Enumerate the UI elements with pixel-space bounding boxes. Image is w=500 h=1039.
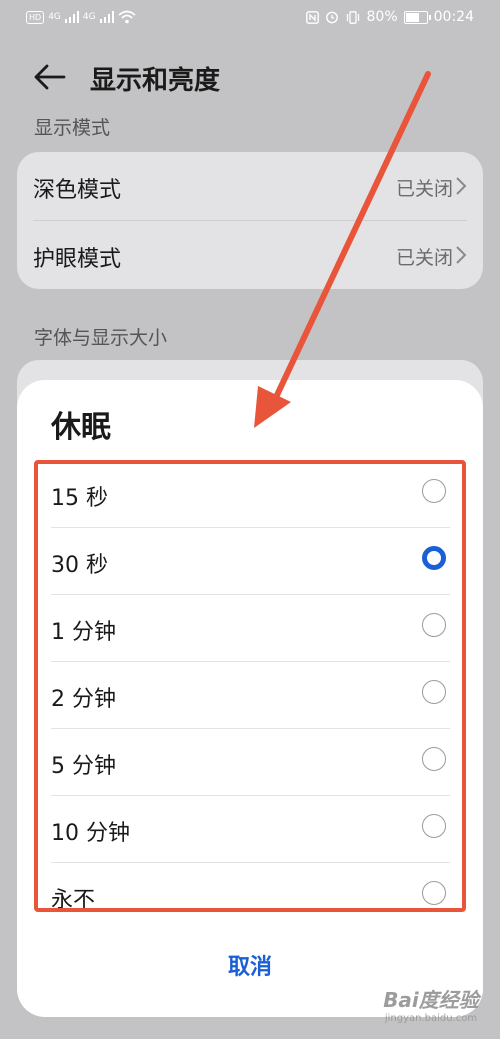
vibrate-icon (346, 10, 359, 24)
sleep-option[interactable]: 5 分钟 (34, 728, 466, 795)
status-bar: HD 4G 4G 80% 00:24 (0, 0, 500, 38)
status-left: HD 4G 4G (26, 10, 136, 24)
battery-icon (403, 10, 431, 24)
alarm-icon (325, 11, 338, 24)
cancel-button[interactable]: 取消 (17, 948, 483, 982)
sleep-options-list: 15 秒 30 秒 1 分钟 2 分钟 5 分钟 10 分钟 永不 (34, 460, 466, 912)
watermark-url: jingyan.baidu.com (384, 1013, 478, 1024)
setting-row-dark-mode[interactable]: 深色模式 已关闭 (17, 152, 483, 220)
option-label: 5 分钟 (51, 754, 116, 779)
signal-icon (64, 11, 79, 23)
radio-button[interactable] (422, 747, 446, 771)
setting-value: 已关闭 (395, 247, 453, 269)
battery-percent: 80% (366, 9, 398, 25)
nfc-icon (305, 10, 319, 24)
radio-button[interactable] (422, 881, 446, 905)
page-title: 显示和亮度 (90, 66, 221, 96)
option-label: 10 分钟 (51, 821, 130, 846)
sleep-option[interactable]: 1 分钟 (34, 594, 466, 661)
dialog-title: 休眠 (51, 410, 111, 445)
sleep-option[interactable]: 2 分钟 (34, 661, 466, 728)
sleep-option[interactable]: 永不 (34, 862, 466, 912)
option-label: 1 分钟 (51, 620, 116, 645)
hd-badge: HD (26, 10, 45, 24)
radio-button[interactable] (422, 479, 446, 503)
back-arrow-icon[interactable] (32, 62, 66, 92)
sleep-dialog: 休眠 15 秒 30 秒 1 分钟 2 分钟 5 分钟 10 分钟 永不 取消 (17, 380, 483, 1017)
option-label: 15 秒 (51, 486, 108, 511)
option-label: 2 分钟 (51, 687, 116, 712)
wifi-icon (118, 10, 136, 24)
radio-button[interactable] (422, 814, 446, 838)
signal-2-label: 4G (82, 12, 96, 22)
section-label-display-mode: 显示模式 (34, 117, 111, 139)
chevron-right-icon (456, 246, 467, 264)
status-time: 00:24 (433, 9, 474, 25)
signal-icon (99, 11, 114, 23)
setting-value: 已关闭 (395, 178, 453, 200)
setting-label: 深色模式 (33, 178, 122, 203)
sleep-option[interactable]: 10 分钟 (34, 795, 466, 862)
signal-1-label: 4G (48, 12, 61, 22)
watermark-logo: Bai度经验 (383, 988, 479, 1012)
header: 显示和亮度 (0, 52, 500, 102)
display-mode-card: 深色模式 已关闭 护眼模式 已关闭 (17, 152, 483, 289)
option-label: 永不 (51, 888, 96, 912)
setting-label: 护眼模式 (33, 247, 122, 272)
section-label-font-size: 字体与显示大小 (34, 327, 168, 349)
watermark: Bai度经验 jingyan.baidu.com (376, 984, 486, 1024)
radio-button[interactable] (422, 546, 446, 570)
sleep-option[interactable]: 15 秒 (34, 460, 466, 527)
status-right: 80% 00:24 (305, 9, 474, 25)
option-label: 30 秒 (51, 553, 108, 578)
battery-fill (405, 12, 420, 22)
radio-button[interactable] (422, 613, 446, 637)
setting-row-eye-comfort[interactable]: 护眼模式 已关闭 (33, 220, 467, 289)
radio-button[interactable] (422, 680, 446, 704)
chevron-right-icon (456, 177, 467, 195)
sleep-option[interactable]: 30 秒 (34, 527, 466, 594)
